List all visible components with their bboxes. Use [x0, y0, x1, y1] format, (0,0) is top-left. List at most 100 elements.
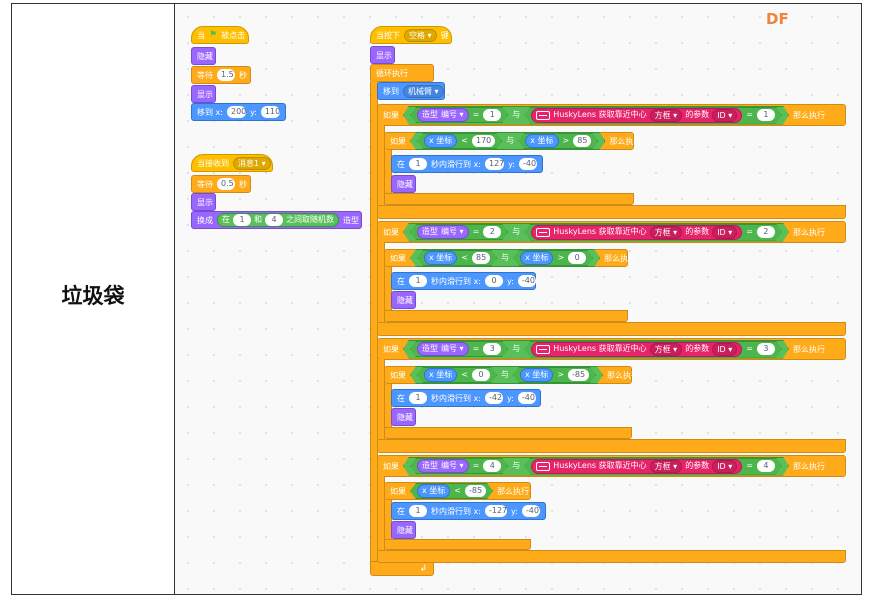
inner-and-condition-1[interactable]: x 坐标 < 170 与 x 坐标 > 85 — [410, 132, 605, 150]
hide-block[interactable]: 隐藏 — [191, 47, 216, 65]
wait-seconds-input[interactable]: 1.5 — [217, 69, 235, 81]
random-from-input[interactable]: 1 — [233, 214, 251, 226]
glide-y-input-4[interactable]: -40 — [521, 505, 540, 517]
glide-x-input-1[interactable]: 127 — [484, 158, 504, 170]
x-position-reporter[interactable]: x 坐标 — [424, 368, 457, 382]
husky-id-input-4[interactable]: 4 — [757, 460, 775, 472]
id-dropdown-1[interactable]: ID ▾ — [712, 109, 737, 122]
box-dropdown-4[interactable]: 方框 ▾ — [650, 460, 683, 473]
x-gt-input-1[interactable]: 85 — [573, 135, 591, 147]
goto-x-input[interactable]: 200 — [226, 106, 246, 118]
x-position-reporter[interactable]: x 坐标 — [520, 251, 553, 265]
move-to-block[interactable]: 移到 机械臂 ▾ — [377, 82, 445, 100]
x-position-reporter[interactable]: x 坐标 — [424, 134, 457, 148]
costume-eq-condition-2[interactable]: 造型 编号 ▾ = 2 — [410, 224, 508, 240]
and-condition-2[interactable]: 造型 编号 ▾ = 2 与 HuskyLens 获取靠近中心 方框 ▾ 的参数 … — [403, 223, 789, 242]
and-condition-1[interactable]: 造型 编号 ▾ = 1 与 HuskyLens 获取靠近中心 方框 ▾ 的参数 … — [403, 106, 789, 125]
huskylens-reporter-3[interactable]: HuskyLens 获取靠近中心 方框 ▾ 的参数 ID ▾ — [531, 342, 742, 357]
glide-sec-input-3[interactable]: 1 — [409, 392, 427, 404]
x-gt-input-2[interactable]: 0 — [568, 252, 586, 264]
box-dropdown-1[interactable]: 方框 ▾ — [650, 109, 683, 122]
box-dropdown-2[interactable]: 方框 ▾ — [650, 226, 683, 239]
costume-eq-condition-4[interactable]: 造型 编号 ▾ = 4 — [410, 458, 508, 474]
random-to-input[interactable]: 4 — [265, 214, 283, 226]
x-lt-condition-3[interactable]: x 坐标 < 0 — [417, 367, 497, 383]
x-lt-input-2[interactable]: 85 — [472, 252, 490, 264]
goto-xy-block[interactable]: 移到 x: 200 y: 110 — [191, 103, 286, 121]
huskylens-reporter-4[interactable]: HuskyLens 获取靠近中心 方框 ▾ 的参数 ID ▾ — [531, 459, 742, 474]
glide-block-2[interactable]: 在 1 秒内滑行到 x: 0 y: -40 — [391, 272, 536, 290]
inner-if-block-1[interactable]: 如果 x 坐标 < 170 与 x 坐标 > 85 那么执行 — [384, 132, 641, 150]
husky-eq-condition-4[interactable]: HuskyLens 获取靠近中心 方框 ▾ 的参数 ID ▾ = 4 — [524, 458, 782, 475]
when-flag-clicked-block[interactable]: 当 ⚑ 被点击 — [191, 26, 249, 44]
x-lt-input-4[interactable]: -85 — [465, 485, 486, 497]
show-block-3[interactable]: 显示 — [370, 46, 395, 64]
husky-eq-condition-1[interactable]: HuskyLens 获取靠近中心 方框 ▾ 的参数 ID ▾ = 1 — [524, 107, 782, 124]
costume-reporter-1[interactable]: 造型 编号 ▾ — [417, 108, 469, 122]
husky-id-input-3[interactable]: 3 — [757, 343, 775, 355]
glide-sec-input-1[interactable]: 1 — [409, 158, 427, 170]
costume-num-input-3[interactable]: 3 — [483, 343, 501, 355]
move-target-dropdown[interactable]: 机械臂 ▾ — [403, 84, 444, 98]
x-gt-condition-3[interactable]: x 坐标 > -85 — [513, 367, 596, 383]
inner-and-condition-3[interactable]: x 坐标 < 0 与 x 坐标 > -85 — [410, 366, 603, 384]
glide-x-input-4[interactable]: -127 — [484, 505, 507, 517]
id-dropdown-3[interactable]: ID ▾ — [712, 343, 737, 356]
hide-block-b2[interactable]: 隐藏 — [391, 291, 416, 309]
x-gt-condition-2[interactable]: x 坐标 > 0 — [513, 250, 593, 266]
x-gt-condition-1[interactable]: x 坐标 > 85 — [518, 133, 598, 149]
x-lt-condition-2[interactable]: x 坐标 < 85 — [417, 250, 497, 266]
costume-eq-condition-3[interactable]: 造型 编号 ▾ = 3 — [410, 341, 508, 357]
glide-sec-input-4[interactable]: 1 — [409, 505, 427, 517]
costume-num-input-1[interactable]: 1 — [483, 109, 501, 121]
costume-eq-condition-1[interactable]: 造型 编号 ▾ = 1 — [410, 107, 508, 123]
if-block-2[interactable]: 如果 造型 编号 ▾ = 2 与 HuskyLens 获取靠近中心 方框 ▾ 的… — [377, 221, 846, 243]
glide-sec-input-2[interactable]: 1 — [409, 275, 427, 287]
x-lt-input-1[interactable]: 170 — [472, 135, 495, 147]
glide-x-input-2[interactable]: 0 — [484, 275, 503, 287]
glide-block-3[interactable]: 在 1 秒内滑行到 x: -42 y: -40 — [391, 389, 541, 407]
huskylens-reporter-2[interactable]: HuskyLens 获取靠近中心 方框 ▾ 的参数 ID ▾ — [531, 225, 742, 240]
forever-block[interactable]: 循环执行 — [370, 64, 434, 82]
if-block-3[interactable]: 如果 造型 编号 ▾ = 3 与 HuskyLens 获取靠近中心 方框 ▾ 的… — [377, 338, 846, 360]
glide-block-4[interactable]: 在 1 秒内滑行到 x: -127 y: -40 — [391, 502, 546, 520]
x-lt-input-3[interactable]: 0 — [472, 369, 490, 381]
glide-y-input-1[interactable]: -40 — [519, 158, 537, 170]
switch-costume-block[interactable]: 换成 在 1 和 4 之间取随机数 造型 — [191, 211, 362, 229]
husky-eq-condition-2[interactable]: HuskyLens 获取靠近中心 方框 ▾ 的参数 ID ▾ = 2 — [524, 224, 782, 241]
random-reporter[interactable]: 在 1 和 4 之间取随机数 — [217, 213, 339, 227]
inner-if-block-3[interactable]: 如果 x 坐标 < 0 与 x 坐标 > -85 那么执行 — [384, 366, 639, 384]
when-receive-block[interactable]: 当接收到 消息1 ▾ — [191, 154, 273, 172]
costume-reporter-4[interactable]: 造型 编号 ▾ — [417, 459, 469, 473]
huskylens-reporter-1[interactable]: HuskyLens 获取靠近中心 方框 ▾ 的参数 ID ▾ — [531, 108, 742, 123]
wait-seconds-input-2[interactable]: 0.5 — [217, 178, 235, 190]
husky-eq-condition-3[interactable]: HuskyLens 获取靠近中心 方框 ▾ 的参数 ID ▾ = 3 — [524, 341, 782, 358]
inner-if-block-4[interactable]: 如果 x 坐标 < -85 那么执行 — [384, 482, 531, 500]
glide-block-1[interactable]: 在 1 秒内滑行到 x: 127 y: -40 — [391, 155, 543, 173]
costume-num-input-4[interactable]: 4 — [483, 460, 501, 472]
wait-block-2[interactable]: 等待 0.5 秒 — [191, 175, 251, 193]
hide-block-b3[interactable]: 隐藏 — [391, 408, 416, 426]
x-gt-input-3[interactable]: -85 — [568, 369, 589, 381]
x-position-reporter[interactable]: x 坐标 — [520, 368, 553, 382]
and-condition-3[interactable]: 造型 编号 ▾ = 3 与 HuskyLens 获取靠近中心 方框 ▾ 的参数 … — [403, 340, 789, 359]
husky-id-input-2[interactable]: 2 — [757, 226, 775, 238]
x-lt-condition-4[interactable]: x 坐标 < -85 — [410, 483, 493, 499]
glide-y-input-2[interactable]: -40 — [517, 275, 536, 287]
if-block-1[interactable]: 如果 造型 编号 ▾ = 1 与 HuskyLens 获取靠近中心 方框 ▾ 的… — [377, 104, 846, 126]
id-dropdown-2[interactable]: ID ▾ — [712, 226, 737, 239]
id-dropdown-4[interactable]: ID ▾ — [712, 460, 737, 473]
inner-and-condition-2[interactable]: x 坐标 < 85 与 x 坐标 > 0 — [410, 249, 600, 267]
glide-y-input-3[interactable]: -40 — [517, 392, 536, 404]
costume-reporter-3[interactable]: 造型 编号 ▾ — [417, 342, 469, 356]
if-block-4[interactable]: 如果 造型 编号 ▾ = 4 与 HuskyLens 获取靠近中心 方框 ▾ 的… — [377, 455, 846, 477]
x-position-reporter[interactable]: x 坐标 — [525, 134, 558, 148]
and-condition-4[interactable]: 造型 编号 ▾ = 4 与 HuskyLens 获取靠近中心 方框 ▾ 的参数 … — [403, 457, 789, 476]
x-position-reporter[interactable]: x 坐标 — [417, 484, 450, 498]
glide-x-input-3[interactable]: -42 — [484, 392, 503, 404]
costume-num-input-2[interactable]: 2 — [483, 226, 501, 238]
box-dropdown-3[interactable]: 方框 ▾ — [650, 343, 683, 356]
key-dropdown[interactable]: 空格 ▾ — [404, 28, 437, 42]
message-dropdown[interactable]: 消息1 ▾ — [233, 156, 271, 170]
x-position-reporter[interactable]: x 坐标 — [424, 251, 457, 265]
